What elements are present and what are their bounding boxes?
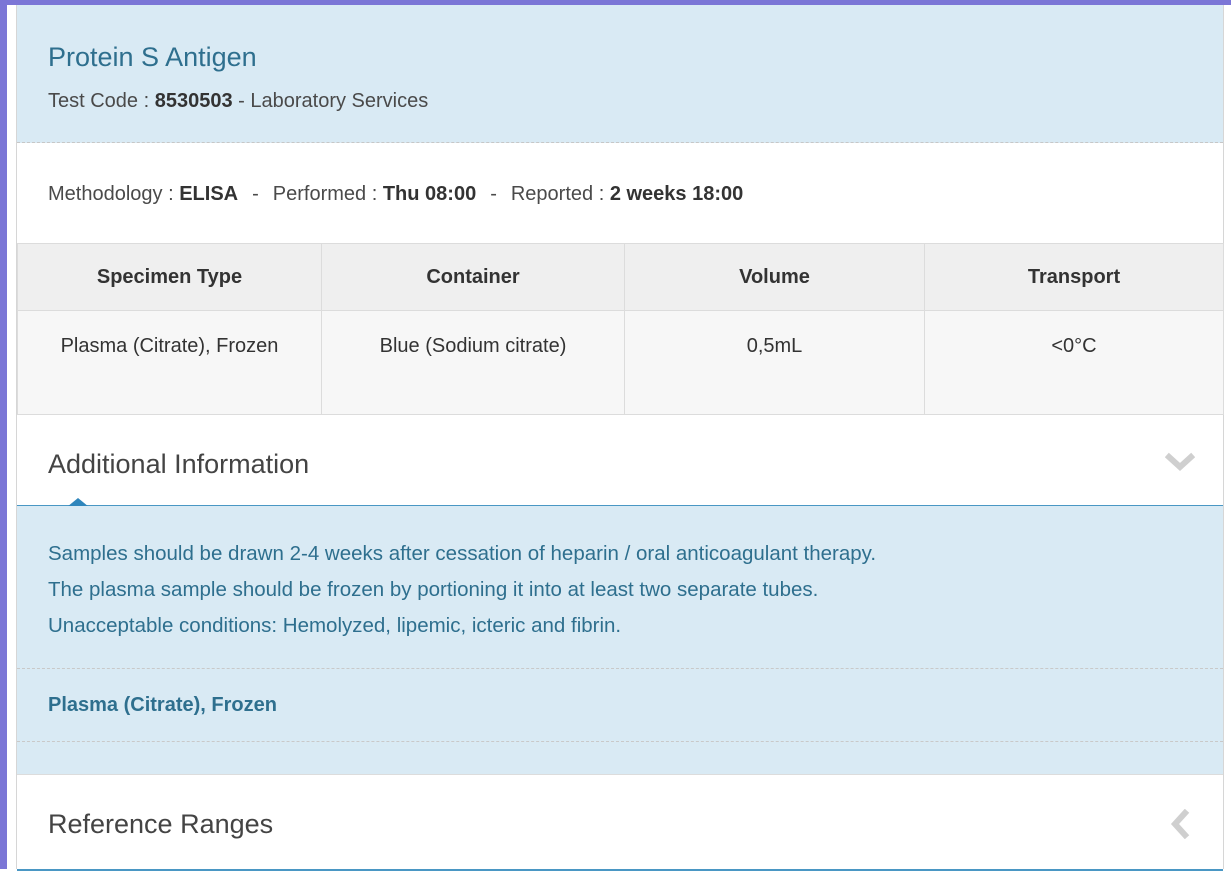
- table-header-row: Specimen Type Container Volume Transport: [17, 243, 1224, 311]
- info-line: The plasma sample should be frozen by po…: [48, 578, 819, 601]
- methodology-line: Methodology : ELISA - Performed : Thu 08:0…: [48, 183, 743, 206]
- methodology-label: Methodology :: [48, 183, 180, 205]
- cell-transport: <0°C: [924, 310, 1224, 415]
- cell-volume: 0,5mL: [624, 310, 925, 415]
- info-line: Unacceptable conditions: Hemolyzed, lipe…: [48, 614, 622, 637]
- divider: [17, 741, 1223, 742]
- specimen-table: Specimen Type Container Volume Transport…: [17, 243, 1224, 415]
- column-header-volume: Volume: [624, 243, 925, 311]
- reference-ranges-toggle[interactable]: Reference Ranges: [17, 774, 1223, 871]
- cell-container: Blue (Sodium citrate): [321, 310, 625, 415]
- methodology-value: ELISA: [179, 183, 239, 205]
- specimen-name: Plasma (Citrate), Frozen: [48, 694, 277, 716]
- column-header-container: Container: [321, 243, 625, 311]
- test-code-label: Test Code :: [48, 90, 155, 112]
- column-header-transport: Transport: [924, 243, 1224, 311]
- test-department: - Laboratory Services: [232, 90, 429, 112]
- cell-specimen-type: Plasma (Citrate), Frozen: [17, 310, 322, 415]
- reference-ranges-title: Reference Ranges: [48, 809, 274, 839]
- test-code: 8530503: [154, 90, 233, 112]
- table-row: Plasma (Citrate), Frozen Blue (Sodium ci…: [17, 310, 1224, 415]
- separator: -: [252, 183, 259, 205]
- performed-value: Thu 08:00: [382, 183, 477, 205]
- chevron-left-icon[interactable]: [1165, 809, 1195, 839]
- chevron-down-icon[interactable]: [1165, 447, 1195, 477]
- reported-value: 2 weeks 18:00: [609, 183, 744, 205]
- additional-information-toggle[interactable]: Additional Information: [17, 419, 1223, 507]
- additional-information-text: Samples should be drawn 2-4 weeks after …: [48, 536, 876, 644]
- test-code-line: Test Code : 8530503 - Laboratory Service…: [48, 90, 428, 113]
- test-header: Protein S Antigen Test Code : 8530503 - …: [17, 5, 1223, 143]
- info-line: Samples should be drawn 2-4 weeks after …: [48, 542, 877, 565]
- performed-label: Performed :: [272, 183, 383, 205]
- divider: [17, 668, 1223, 669]
- test-card: Protein S Antigen Test Code : 8530503 - …: [16, 5, 1224, 871]
- separator: -: [490, 183, 497, 205]
- additional-information-body: Samples should be drawn 2-4 weeks after …: [17, 506, 1223, 774]
- test-title: Protein S Antigen: [48, 42, 257, 72]
- column-header-specimen-type: Specimen Type: [17, 243, 322, 311]
- reported-label: Reported :: [510, 183, 610, 205]
- additional-information-title: Additional Information: [48, 449, 310, 479]
